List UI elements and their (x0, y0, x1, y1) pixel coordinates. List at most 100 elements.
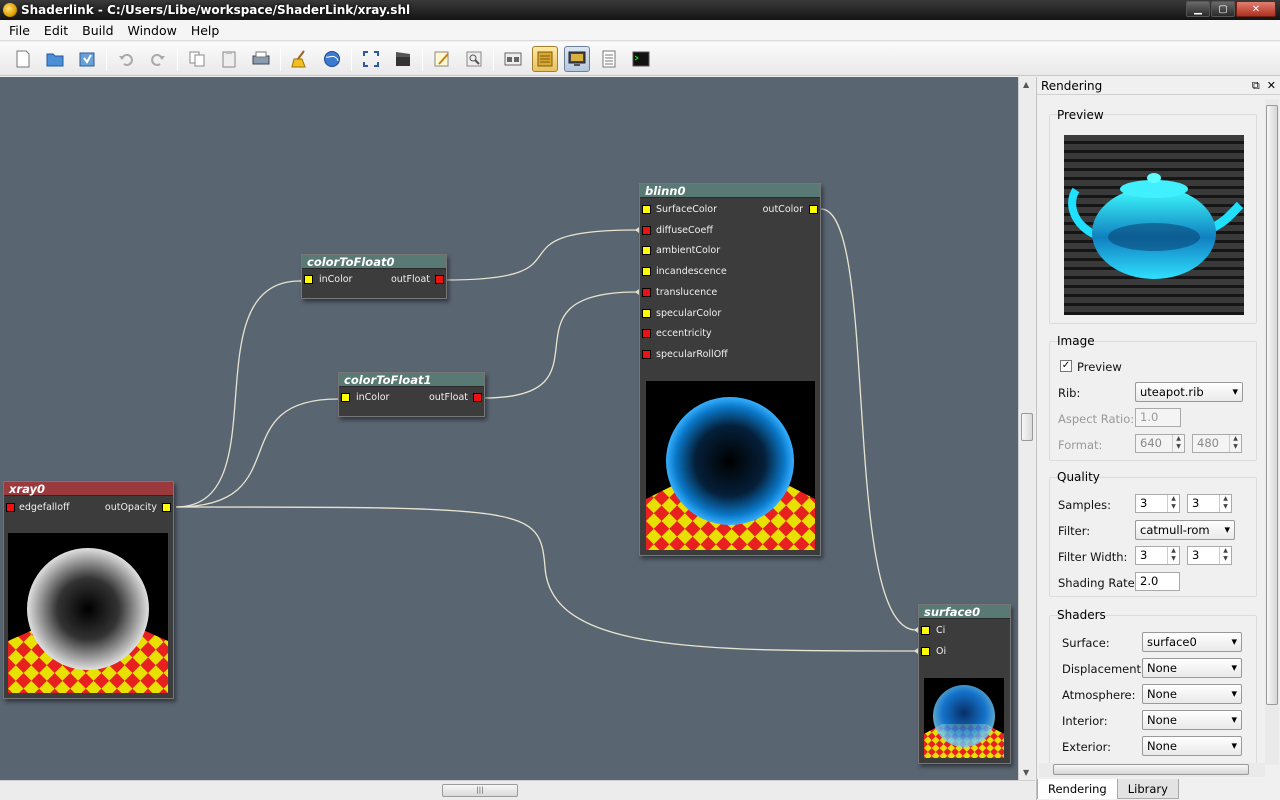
displacement-label: Displacement: (1062, 662, 1145, 676)
node-colortofloat1[interactable]: colorToFloat1 inColor outFloat (338, 372, 485, 417)
input-port-diffusecoeff[interactable] (642, 225, 651, 235)
edit-button[interactable] (429, 46, 455, 72)
spin-arrows[interactable]: ▲ ▼ (1219, 495, 1231, 512)
exterior-select[interactable]: None (1142, 736, 1242, 756)
filter-select[interactable]: catmull-rom (1135, 520, 1235, 540)
redo-button[interactable] (145, 46, 171, 72)
port-label: outFloat (428, 392, 468, 403)
clean-button[interactable] (287, 46, 313, 72)
displacement-select[interactable]: None (1142, 658, 1242, 678)
port-label: inColor (319, 274, 353, 285)
input-port-ambientcolor[interactable] (642, 246, 651, 256)
input-port-ci[interactable] (921, 626, 930, 635)
node-graph-canvas[interactable]: colorToFloat0 inColor outFloat colorToFl… (0, 77, 1018, 780)
globe-button[interactable] (319, 46, 345, 72)
menu-window[interactable]: Window (123, 23, 182, 38)
samples-y-value: 3 (1192, 496, 1200, 510)
filter-label: Filter: (1058, 524, 1091, 538)
format-height-spinbox[interactable]: 480 ▲ ▼ (1192, 434, 1242, 453)
canvas-vertical-scrollbar[interactable]: ▲ ▼ (1018, 77, 1035, 780)
output-port-outopacity[interactable] (162, 503, 171, 512)
aspect-ratio-input[interactable]: 1.0 (1135, 408, 1181, 427)
node-xray0[interactable]: xray0 edgefalloff outOpacity (3, 481, 174, 699)
panel-vertical-scrollbar[interactable] (1265, 99, 1279, 765)
tab-rendering[interactable]: Rendering (1037, 779, 1118, 799)
horizontal-scroll-thumb[interactable]: ||| (442, 784, 518, 797)
input-port-translucence[interactable] (642, 287, 651, 297)
surface-label: Surface: (1062, 636, 1110, 650)
console-button[interactable] (628, 46, 654, 72)
samples-x-spinbox[interactable]: 3 ▲ ▼ (1135, 494, 1180, 513)
close-button[interactable]: ✕ (1236, 1, 1276, 17)
node-surface0[interactable]: surface0 Ci Oi (918, 604, 1011, 764)
vertical-scroll-thumb[interactable] (1021, 413, 1033, 441)
save-icon (79, 52, 95, 66)
exterior-label: Exterior: (1062, 740, 1112, 754)
spin-arrows[interactable]: ▲ ▼ (1167, 495, 1179, 512)
maximize-button[interactable]: ▢ (1211, 1, 1235, 17)
input-port-eccentricity[interactable] (642, 329, 651, 339)
port-label: diffuseCoeff (656, 224, 713, 236)
tab-library[interactable]: Library (1116, 779, 1179, 799)
input-port-incolor[interactable] (304, 275, 313, 284)
filter-width-y-spinbox[interactable]: 3 ▲ ▼ (1187, 546, 1232, 565)
menu-edit[interactable]: Edit (39, 23, 73, 38)
panel-hscroll-thumb[interactable] (1053, 764, 1249, 775)
atmosphere-select[interactable]: None (1142, 684, 1242, 704)
output-port-outfloat[interactable] (435, 275, 444, 284)
paste-button[interactable] (216, 46, 242, 72)
output-port-outcolor[interactable] (809, 205, 818, 214)
teapot-render (1068, 173, 1244, 279)
menu-bar: File Edit Build Window Help (0, 20, 1280, 41)
rib-select[interactable]: uteapot.rib (1135, 382, 1243, 402)
spin-arrows[interactable]: ▲ ▼ (1219, 547, 1231, 564)
save-button[interactable] (74, 46, 100, 72)
filter-width-x-spinbox[interactable]: 3 ▲ ▼ (1135, 546, 1180, 565)
new-button[interactable] (10, 46, 36, 72)
format-width-spinbox[interactable]: 640 ▲ ▼ (1135, 434, 1185, 453)
interior-select[interactable]: None (1142, 710, 1242, 730)
input-port-edgefalloff[interactable] (6, 503, 15, 512)
node-blinn0[interactable]: blinn0 outColor SurfaceColor diffuseCoeff… (639, 183, 821, 556)
fullscreen-button[interactable] (358, 46, 384, 72)
shading-rate-input[interactable]: 2.0 (1135, 572, 1180, 591)
node-colortofloat0[interactable]: colorToFloat0 inColor outFloat (301, 254, 447, 299)
print-icon (252, 51, 270, 64)
panel-scroll-thumb[interactable] (1266, 105, 1278, 705)
undo-button[interactable] (113, 46, 139, 72)
menu-build[interactable]: Build (77, 23, 118, 38)
panel-float-close-icons[interactable]: ⧉ ✕ (1252, 79, 1276, 93)
menu-file[interactable]: File (4, 23, 35, 38)
samples-y-spinbox[interactable]: 3 ▲ ▼ (1187, 494, 1232, 513)
minimize-button[interactable]: ▁ (1186, 1, 1210, 17)
output-port-outfloat[interactable] (473, 393, 482, 402)
layout-button[interactable] (500, 46, 526, 72)
inspect-button[interactable] (461, 46, 487, 72)
list-button[interactable] (596, 46, 622, 72)
canvas-horizontal-scrollbar[interactable]: ||| (0, 780, 1035, 800)
input-port-specularrolloff[interactable] (642, 349, 651, 359)
copy-button[interactable] (184, 46, 210, 72)
input-port-oi[interactable] (921, 647, 930, 656)
spin-arrows[interactable]: ▲ ▼ (1229, 435, 1241, 452)
surface-select[interactable]: surface0 (1142, 632, 1242, 652)
console-icon (632, 51, 650, 66)
spin-arrows[interactable]: ▲ ▼ (1167, 547, 1179, 564)
panel-horizontal-scrollbar[interactable] (1039, 763, 1265, 777)
render-preview-image (1064, 135, 1244, 315)
spin-arrows[interactable]: ▲ ▼ (1172, 435, 1184, 452)
input-port-specularcolor[interactable] (642, 308, 651, 318)
input-port-incandescence[interactable] (642, 267, 651, 277)
port-label: Ci (936, 625, 946, 636)
clapper-button[interactable] (390, 46, 416, 72)
input-port-surfacecolor[interactable] (642, 205, 651, 214)
input-port-incolor[interactable] (341, 393, 350, 402)
panel-toggle-button[interactable] (532, 45, 558, 72)
node-title: surface0 (919, 605, 1010, 619)
preview-checkbox[interactable]: ✓ (1060, 360, 1072, 372)
print-button[interactable] (248, 46, 274, 72)
monitor-toggle-button[interactable] (564, 45, 590, 72)
node-title: blinn0 (640, 184, 820, 198)
open-button[interactable] (42, 46, 68, 72)
menu-help[interactable]: Help (186, 23, 225, 38)
